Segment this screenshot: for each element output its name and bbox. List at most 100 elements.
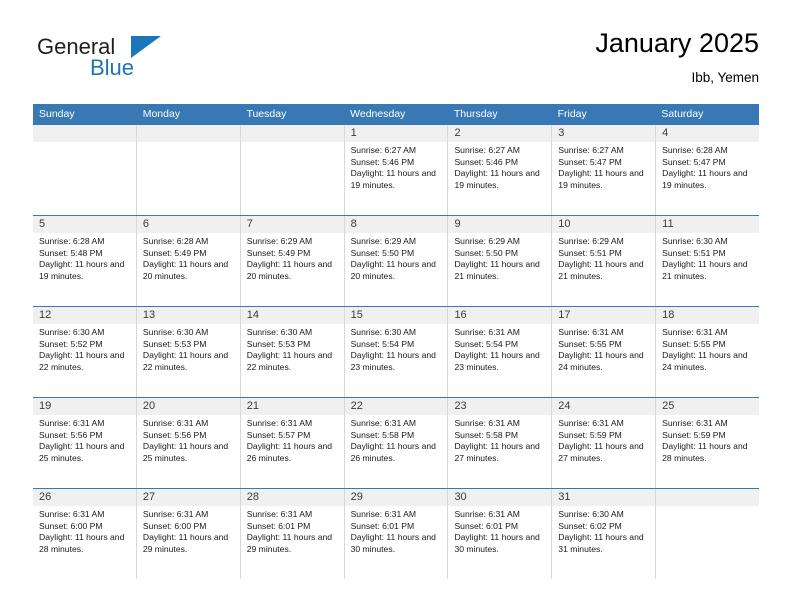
- day-cell[interactable]: 19 Sunrise: 6:31 AM Sunset: 5:56 PM Dayl…: [33, 398, 136, 488]
- sunrise-text: Sunrise: 6:31 AM: [454, 418, 520, 428]
- daylight-text: Daylight: 11 hours and 21 minutes.: [558, 259, 644, 281]
- daylight-text: Daylight: 11 hours and 22 minutes.: [142, 350, 229, 372]
- day-cell[interactable]: 25 Sunrise: 6:31 AM Sunset: 5:59 PM Dayl…: [655, 398, 760, 488]
- day-info: Sunrise: 6:31 AM Sunset: 6:00 PM Dayligh…: [33, 506, 136, 555]
- location-subtitle: Ibb, Yemen: [691, 70, 759, 85]
- daylight-text: Daylight: 11 hours and 23 minutes.: [454, 350, 540, 372]
- day-number: 17: [552, 307, 656, 324]
- daylight-text: Daylight: 11 hours and 29 minutes.: [142, 532, 229, 554]
- daylight-text: Daylight: 11 hours and 30 minutes.: [350, 532, 436, 554]
- daylight-text: Daylight: 11 hours and 23 minutes.: [350, 350, 436, 372]
- sunset-text: Sunset: 5:59 PM: [558, 429, 622, 440]
- day-number: 5: [33, 216, 136, 233]
- day-cell[interactable]: 15 Sunrise: 6:30 AM Sunset: 5:54 PM Dayl…: [343, 307, 448, 397]
- day-cell[interactable]: 24 Sunrise: 6:31 AM Sunset: 5:59 PM Dayl…: [551, 398, 656, 488]
- day-number: 3: [552, 125, 656, 142]
- day-number: 25: [656, 398, 760, 415]
- sunset-text: Sunset: 5:49 PM: [142, 247, 207, 258]
- day-cell[interactable]: 21 Sunrise: 6:31 AM Sunset: 5:57 PM Dayl…: [239, 398, 344, 488]
- day-info: Sunrise: 6:27 AM Sunset: 5:46 PM Dayligh…: [448, 142, 551, 191]
- sunrise-text: Sunrise: 6:30 AM: [39, 327, 105, 337]
- sunset-text: Sunset: 5:55 PM: [662, 338, 726, 349]
- sunset-text: Sunset: 5:54 PM: [350, 338, 415, 349]
- daylight-text: Daylight: 11 hours and 28 minutes.: [662, 441, 748, 463]
- sunset-text: Sunset: 5:52 PM: [39, 338, 103, 349]
- day-cell[interactable]: 17 Sunrise: 6:31 AM Sunset: 5:55 PM Dayl…: [551, 307, 656, 397]
- sunrise-text: Sunrise: 6:28 AM: [662, 145, 728, 155]
- sunrise-text: Sunrise: 6:29 AM: [558, 236, 624, 246]
- day-cell[interactable]: 26 Sunrise: 6:31 AM Sunset: 6:00 PM Dayl…: [33, 489, 136, 579]
- daylight-text: Daylight: 11 hours and 28 minutes.: [39, 532, 125, 554]
- day-cell[interactable]: [655, 489, 760, 579]
- daylight-text: Daylight: 11 hours and 19 minutes.: [39, 259, 125, 281]
- sunrise-text: Sunrise: 6:30 AM: [558, 509, 624, 519]
- day-cell[interactable]: 10 Sunrise: 6:29 AM Sunset: 5:51 PM Dayl…: [551, 216, 656, 306]
- sunset-text: Sunset: 5:54 PM: [454, 338, 518, 349]
- triangle-flag-icon: [131, 36, 161, 58]
- day-cell[interactable]: 22 Sunrise: 6:31 AM Sunset: 5:58 PM Dayl…: [343, 398, 448, 488]
- sunrise-text: Sunrise: 6:31 AM: [454, 509, 520, 519]
- day-cell[interactable]: 29 Sunrise: 6:31 AM Sunset: 6:01 PM Dayl…: [343, 489, 448, 579]
- day-cell[interactable]: 2 Sunrise: 6:27 AM Sunset: 5:46 PM Dayli…: [447, 125, 552, 215]
- day-cell[interactable]: 13 Sunrise: 6:30 AM Sunset: 5:53 PM Dayl…: [135, 307, 240, 397]
- day-cell[interactable]: [33, 125, 136, 215]
- day-number: 7: [240, 216, 344, 233]
- day-info: Sunrise: 6:27 AM Sunset: 5:46 PM Dayligh…: [345, 142, 448, 191]
- day-cell[interactable]: 12 Sunrise: 6:30 AM Sunset: 5:52 PM Dayl…: [33, 307, 136, 397]
- daylight-text: Daylight: 11 hours and 29 minutes.: [246, 532, 333, 554]
- day-number: 28: [240, 489, 344, 506]
- day-number: 26: [33, 489, 136, 506]
- sunset-text: Sunset: 5:57 PM: [246, 429, 311, 440]
- day-cell[interactable]: 6 Sunrise: 6:28 AM Sunset: 5:49 PM Dayli…: [135, 216, 240, 306]
- daylight-text: Daylight: 11 hours and 19 minutes.: [454, 168, 540, 190]
- day-cell[interactable]: 31 Sunrise: 6:30 AM Sunset: 6:02 PM Dayl…: [551, 489, 656, 579]
- day-cell[interactable]: [135, 125, 240, 215]
- sunrise-text: Sunrise: 6:30 AM: [662, 236, 728, 246]
- day-cell[interactable]: 16 Sunrise: 6:31 AM Sunset: 5:54 PM Dayl…: [447, 307, 552, 397]
- day-info: Sunrise: 6:29 AM Sunset: 5:50 PM Dayligh…: [345, 233, 448, 282]
- day-cell[interactable]: [239, 125, 344, 215]
- day-cell[interactable]: 20 Sunrise: 6:31 AM Sunset: 5:56 PM Dayl…: [135, 398, 240, 488]
- day-info: Sunrise: 6:31 AM Sunset: 6:00 PM Dayligh…: [137, 506, 240, 555]
- day-number: 8: [344, 216, 448, 233]
- sunrise-text: Sunrise: 6:31 AM: [558, 418, 624, 428]
- day-number: 20: [136, 398, 240, 415]
- week-row: 12 Sunrise: 6:30 AM Sunset: 5:52 PM Dayl…: [33, 306, 760, 397]
- daylight-text: Daylight: 11 hours and 24 minutes.: [558, 350, 644, 372]
- sunrise-text: Sunrise: 6:31 AM: [39, 509, 105, 519]
- daylight-text: Daylight: 11 hours and 26 minutes.: [246, 441, 333, 463]
- day-cell[interactable]: 23 Sunrise: 6:31 AM Sunset: 5:58 PM Dayl…: [447, 398, 552, 488]
- day-number: 14: [240, 307, 344, 324]
- day-number: 23: [448, 398, 552, 415]
- day-cell[interactable]: 4 Sunrise: 6:28 AM Sunset: 5:47 PM Dayli…: [655, 125, 760, 215]
- day-number: 30: [448, 489, 552, 506]
- day-cell[interactable]: 9 Sunrise: 6:29 AM Sunset: 5:50 PM Dayli…: [447, 216, 552, 306]
- sunrise-text: Sunrise: 6:31 AM: [350, 418, 417, 428]
- day-cell[interactable]: 27 Sunrise: 6:31 AM Sunset: 6:00 PM Dayl…: [135, 489, 240, 579]
- day-cell[interactable]: 5 Sunrise: 6:28 AM Sunset: 5:48 PM Dayli…: [33, 216, 136, 306]
- sunset-text: Sunset: 5:51 PM: [558, 247, 622, 258]
- day-cell[interactable]: 14 Sunrise: 6:30 AM Sunset: 5:53 PM Dayl…: [239, 307, 344, 397]
- sunset-text: Sunset: 5:53 PM: [142, 338, 207, 349]
- day-number: [240, 125, 344, 142]
- day-cell[interactable]: 8 Sunrise: 6:29 AM Sunset: 5:50 PM Dayli…: [343, 216, 448, 306]
- day-cell[interactable]: 3 Sunrise: 6:27 AM Sunset: 5:47 PM Dayli…: [551, 125, 656, 215]
- day-info: Sunrise: 6:27 AM Sunset: 5:47 PM Dayligh…: [552, 142, 655, 191]
- day-info: Sunrise: 6:29 AM Sunset: 5:50 PM Dayligh…: [448, 233, 551, 282]
- day-info: Sunrise: 6:31 AM Sunset: 6:01 PM Dayligh…: [345, 506, 448, 555]
- day-cell[interactable]: 18 Sunrise: 6:31 AM Sunset: 5:55 PM Dayl…: [655, 307, 760, 397]
- week-row: 19 Sunrise: 6:31 AM Sunset: 5:56 PM Dayl…: [33, 397, 760, 488]
- brand-logo[interactable]: General Blue: [33, 34, 273, 90]
- day-cell[interactable]: 28 Sunrise: 6:31 AM Sunset: 6:01 PM Dayl…: [239, 489, 344, 579]
- sunrise-text: Sunrise: 6:31 AM: [662, 418, 728, 428]
- day-cell[interactable]: 1 Sunrise: 6:27 AM Sunset: 5:46 PM Dayli…: [343, 125, 448, 215]
- day-number: 31: [552, 489, 656, 506]
- daylight-text: Daylight: 11 hours and 20 minutes.: [350, 259, 436, 281]
- sunrise-text: Sunrise: 6:27 AM: [454, 145, 520, 155]
- sunset-text: Sunset: 5:47 PM: [558, 156, 622, 167]
- day-cell[interactable]: 11 Sunrise: 6:30 AM Sunset: 5:51 PM Dayl…: [655, 216, 760, 306]
- day-info: Sunrise: 6:31 AM Sunset: 5:59 PM Dayligh…: [656, 415, 759, 464]
- day-cell[interactable]: 30 Sunrise: 6:31 AM Sunset: 6:01 PM Dayl…: [447, 489, 552, 579]
- day-cell[interactable]: 7 Sunrise: 6:29 AM Sunset: 5:49 PM Dayli…: [239, 216, 344, 306]
- day-number: 27: [136, 489, 240, 506]
